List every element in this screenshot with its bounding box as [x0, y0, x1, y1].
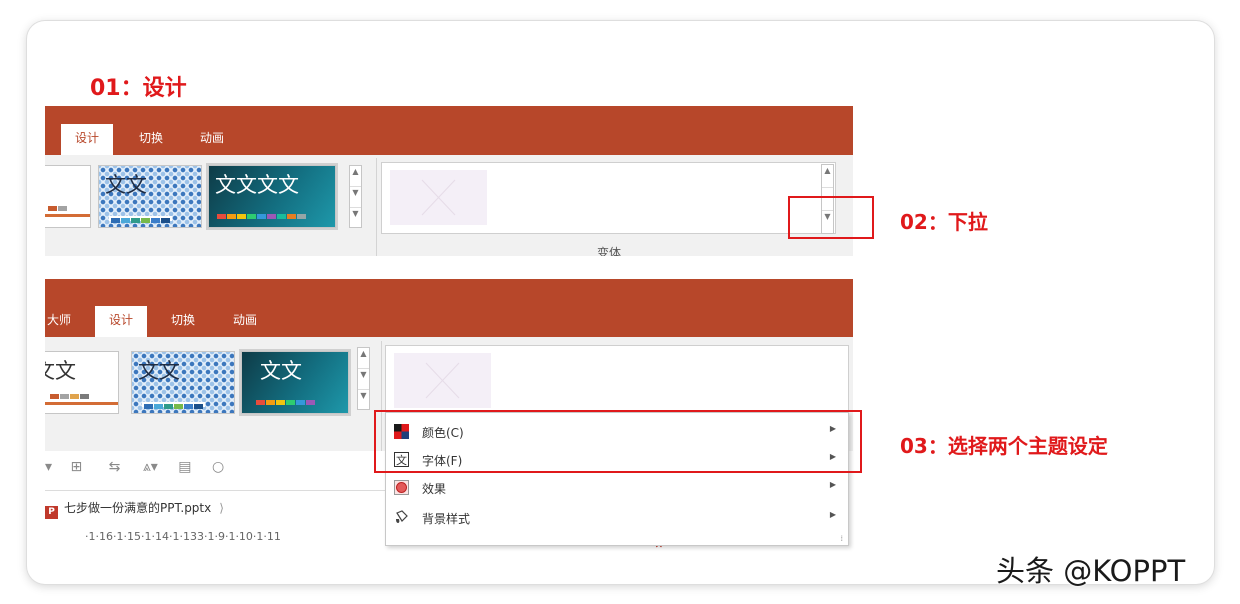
- theme-thumb-office[interactable]: 文文: [45, 351, 119, 414]
- dropdown-arrow-icon[interactable]: ▾: [45, 459, 52, 475]
- background-style-icon: [396, 510, 408, 523]
- step-1-label: 01：设计: [90, 76, 187, 101]
- theme-gallery-scrollbar[interactable]: ▲ ▼ ▼: [357, 347, 370, 410]
- menu-item-effects[interactable]: 效果 ▶: [386, 474, 848, 502]
- submenu-arrow-icon: ▶: [829, 480, 836, 489]
- theme-thumb-teal[interactable]: 文文文文: [206, 163, 338, 230]
- variant-thumb[interactable]: [394, 353, 491, 408]
- tab-transitions[interactable]: 切换: [157, 306, 209, 337]
- submenu-arrow-icon: ▶: [829, 510, 836, 519]
- theme-gallery-scrollbar[interactable]: ▲ ▼ ▼: [349, 165, 362, 228]
- step-3-label: 03：选择两个主题设定: [900, 434, 1108, 458]
- variant-thumb[interactable]: [390, 170, 487, 225]
- tab-design[interactable]: 设计: [95, 306, 148, 337]
- menu-item-background-styles[interactable]: 背景样式 ▶: [386, 504, 848, 532]
- top-ribbon-screenshot: 设计 切换 动画 文文 文文文文 ▲ ▼ ▼ ▲ ▼ 变体: [45, 106, 853, 256]
- colors-fonts-highlight: [374, 410, 862, 473]
- theme-thumb-teal[interactable]: 文文: [239, 349, 351, 416]
- replace-icon[interactable]: ⇆: [109, 459, 121, 475]
- theme-thumb-pattern[interactable]: 文文: [131, 351, 235, 414]
- page: 01：设计 02：下拉 03：选择两个主题设定 设计 切换 动画 文文 文文文文…: [0, 0, 1240, 604]
- document-tab[interactable]: P 七步做一份满意的PPT.pptx ⟩: [45, 499, 224, 519]
- tab-animations[interactable]: 动画: [186, 124, 238, 155]
- resize-grip-icon[interactable]: ⁞: [840, 534, 843, 543]
- tab-design[interactable]: 设计: [61, 124, 114, 155]
- slide-layout-icon[interactable]: ▤: [178, 459, 191, 475]
- step-2-label: 02：下拉: [900, 210, 988, 234]
- effects-icon: [394, 480, 409, 495]
- tab-transitions[interactable]: 切换: [125, 124, 177, 155]
- circle-shape-icon[interactable]: ○: [212, 459, 224, 475]
- tab-animations[interactable]: 动画: [219, 306, 271, 337]
- theme-thumb-pattern[interactable]: 文文: [98, 165, 202, 228]
- drawing-toolbar: ▾ ⊞ ⇆ ⩓▾ ▤ ○: [45, 459, 224, 475]
- arrange-icon[interactable]: ⊞: [70, 459, 82, 475]
- variants-gallery[interactable]: [381, 162, 836, 234]
- theme-thumb-office[interactable]: [45, 165, 91, 228]
- watermark: 头条 @KOPPT: [996, 554, 1186, 588]
- tab-close-icon[interactable]: ⟩: [219, 501, 224, 515]
- powerpoint-file-icon: P: [45, 506, 58, 519]
- horizontal-ruler: ·1·16·1·15·1·14·1·133·1·9·1·10·1·11: [85, 530, 281, 543]
- text-direction-icon[interactable]: ⩓▾: [143, 459, 158, 475]
- variants-group-label: 变体: [597, 246, 622, 256]
- tab-master[interactable]: 大师: [45, 306, 85, 337]
- dropdown-button-highlight: [788, 196, 874, 239]
